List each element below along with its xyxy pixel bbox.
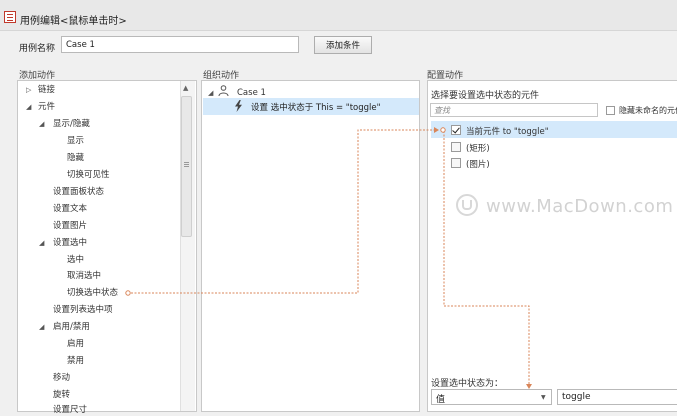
tree-item-select[interactable]: 选中 bbox=[67, 255, 84, 266]
tree-item-move[interactable]: 移动 bbox=[53, 373, 70, 384]
tree-item-toggle-selected[interactable]: 切换选中状态 bbox=[67, 288, 118, 299]
case-person-icon bbox=[218, 85, 229, 97]
chevron-down-icon[interactable]: ▼ bbox=[541, 394, 546, 401]
tree-item-hide[interactable]: 隐藏 bbox=[67, 153, 84, 164]
widget-checkbox[interactable] bbox=[451, 158, 461, 168]
widget-checkbox[interactable] bbox=[451, 142, 461, 152]
tree-item-disable[interactable]: 禁用 bbox=[67, 356, 84, 367]
scroll-thumb[interactable] bbox=[181, 96, 192, 237]
tree-item-set-panel-state[interactable]: 设置面板状态 bbox=[53, 187, 104, 198]
tree-item-set-size[interactable]: 设置尺寸 bbox=[53, 405, 87, 416]
widget-label[interactable]: 当前元件 to "toggle" bbox=[466, 125, 549, 137]
value-input[interactable] bbox=[557, 389, 677, 405]
app-icon bbox=[4, 11, 16, 23]
widget-label[interactable]: (图片) bbox=[466, 158, 490, 170]
tree-item-enable-disable[interactable]: 启用/禁用 bbox=[53, 322, 90, 333]
select-widget-label: 选择要设置选中状态的元件 bbox=[431, 91, 540, 101]
tree-item-enable[interactable]: 启用 bbox=[67, 339, 84, 350]
hide-unnamed-label: 隐藏未命名的元件 bbox=[619, 106, 677, 115]
action-text[interactable]: 设置 选中状态于 This = "toggle" bbox=[251, 101, 381, 113]
tree-item-show[interactable]: 显示 bbox=[67, 136, 84, 147]
tree-item-set-selected[interactable]: 设置选中 bbox=[53, 238, 87, 249]
tree-item-show-hide[interactable]: 显示/隐藏 bbox=[53, 119, 90, 130]
tree-item-unselect[interactable]: 取消选中 bbox=[67, 271, 101, 282]
case-name-label: 用例名称 bbox=[19, 44, 56, 54]
widget-checkbox[interactable] bbox=[451, 125, 461, 135]
chevron-right-icon[interactable]: ▷ bbox=[26, 85, 31, 96]
tree-item-toggle-visibility[interactable]: 切换可见性 bbox=[67, 170, 110, 181]
lightning-icon bbox=[235, 100, 242, 112]
hide-unnamed-checkbox[interactable] bbox=[606, 106, 615, 115]
tree-item-rotate[interactable]: 旋转 bbox=[53, 390, 70, 401]
watermark-logo-icon bbox=[456, 194, 478, 216]
tree-item-link[interactable]: 链接 bbox=[38, 85, 55, 96]
value-type-select[interactable] bbox=[431, 389, 552, 405]
chevron-down-icon[interactable]: ◢ bbox=[26, 102, 31, 113]
widget-label[interactable]: (矩形) bbox=[466, 142, 490, 154]
tree-item-set-image[interactable]: 设置图片 bbox=[53, 221, 87, 232]
organize-action-panel bbox=[201, 80, 420, 412]
tree-item-set-list-selected[interactable]: 设置列表选中项 bbox=[53, 305, 113, 316]
scroll-up-icon[interactable]: ▲ bbox=[183, 84, 188, 92]
search-input[interactable] bbox=[430, 103, 598, 117]
tree-item-element[interactable]: 元件 bbox=[38, 102, 55, 113]
watermark-text: www.MacDown.com bbox=[486, 196, 674, 217]
tree-item-set-text[interactable]: 设置文本 bbox=[53, 204, 87, 215]
selected-state-label: 设置选中状态为： bbox=[431, 379, 504, 389]
value-type-text: 值 bbox=[436, 395, 446, 405]
chevron-down-icon[interactable]: ◢ bbox=[39, 322, 44, 333]
chevron-down-icon[interactable]: ◢ bbox=[39, 119, 44, 130]
chevron-down-icon[interactable]: ◢ bbox=[39, 238, 44, 249]
add-condition-button[interactable]: 添加条件 bbox=[314, 36, 372, 54]
grip-icon bbox=[184, 162, 189, 163]
case-name-input[interactable] bbox=[61, 36, 299, 53]
window-title: 用例编辑<鼠标单击时> bbox=[20, 16, 127, 27]
